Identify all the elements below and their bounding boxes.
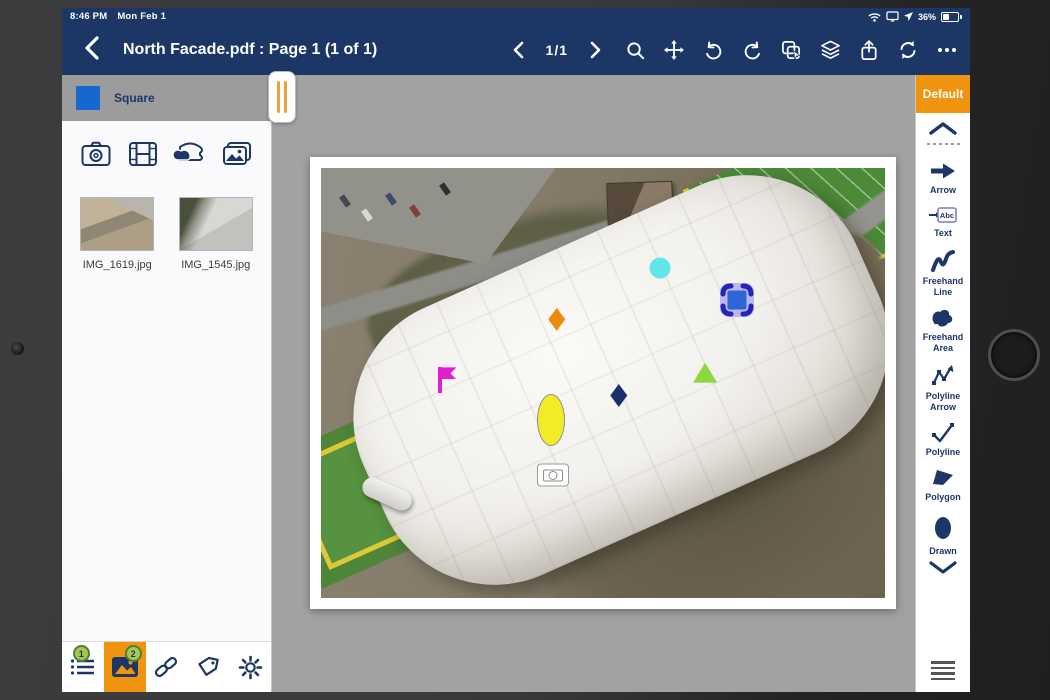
more-options-icon[interactable]	[936, 39, 958, 61]
tool-polygon[interactable]: Polygon	[916, 467, 970, 503]
tool-label: Text	[934, 228, 952, 239]
tool-label: Freehand Area	[916, 332, 970, 355]
thumbnail-filename: IMG_1545.jpg	[181, 259, 250, 271]
annotation-circle[interactable]	[649, 258, 670, 279]
app-screen: 8:46 PM Mon Feb 1 36%	[62, 8, 970, 692]
tool-label: Freehand Line	[916, 276, 970, 299]
photos-tab[interactable]: 2	[104, 642, 146, 692]
tool-arrow[interactable]: Arrow	[916, 160, 970, 196]
links-tab[interactable]	[146, 642, 188, 692]
scroll-down-icon[interactable]	[928, 561, 958, 579]
photo-library-icon[interactable]	[220, 139, 254, 169]
clock: 8:46 PM	[70, 11, 107, 22]
annotation-layer	[321, 168, 885, 598]
screen-mirroring-icon	[886, 11, 899, 22]
thumbnail-image[interactable]	[179, 197, 253, 251]
tool-label: Arrow	[930, 185, 956, 196]
tags-tab[interactable]	[187, 642, 229, 692]
list-tab[interactable]: 1	[62, 642, 104, 692]
tool-polyline[interactable]: Polyline	[916, 422, 970, 458]
previous-page-button[interactable]	[507, 39, 529, 61]
tool-freehand-area[interactable]: Freehand Area	[916, 307, 970, 355]
list-count-badge: 1	[73, 645, 90, 662]
svg-text:Abc: Abc	[940, 211, 954, 220]
annotation-ellipse[interactable]	[537, 394, 565, 446]
location-icon	[904, 12, 913, 21]
annotation-type-label: Square	[114, 91, 155, 105]
nav-bar: North Facade.pdf : Page 1 (1 of 1) 1/1	[62, 25, 970, 75]
pan-move-icon[interactable]	[663, 39, 685, 61]
annotation-diamond[interactable]	[610, 384, 627, 407]
tool-label: Polyline	[926, 447, 961, 458]
layers-icon[interactable]	[819, 39, 841, 61]
camera-icon[interactable]	[79, 139, 113, 169]
tool-label: Drawn	[929, 546, 957, 557]
front-camera	[11, 342, 24, 355]
pdf-page[interactable]	[310, 157, 896, 609]
date: Mon Feb 1	[117, 11, 166, 22]
sync-icon[interactable]	[897, 39, 919, 61]
menu-icon[interactable]	[931, 661, 955, 680]
tool-label: Polyline Arrow	[916, 391, 970, 414]
home-button[interactable]	[988, 329, 1040, 381]
annotation-flag[interactable]	[437, 367, 457, 393]
wifi-icon	[868, 12, 881, 22]
tool-text[interactable]: Abc Text	[916, 205, 970, 239]
tool-sidebar: Default Arrow Abc Text Freehand Line	[915, 75, 970, 692]
annotation-diamond[interactable]	[548, 308, 565, 331]
undo-icon[interactable]	[702, 39, 724, 61]
scroll-up-icon[interactable]	[928, 121, 958, 140]
status-bar: 8:46 PM Mon Feb 1 36%	[62, 8, 970, 25]
share-icon[interactable]	[858, 39, 880, 61]
scroll-dots	[927, 143, 960, 145]
media-source-row	[62, 121, 271, 179]
multi-select-icon[interactable]	[780, 39, 802, 61]
next-page-button[interactable]	[585, 39, 607, 61]
media-sidebar: Square	[62, 75, 272, 692]
document-title: North Facade.pdf : Page 1 (1 of 1)	[123, 41, 377, 59]
sidebar-bottom-toolbar: 1 2	[62, 641, 271, 692]
ipad-bezel: 8:46 PM Mon Feb 1 36%	[0, 0, 1050, 700]
thumbnail-image[interactable]	[80, 197, 154, 251]
tool-label: Polygon	[925, 492, 961, 503]
tool-profile-button[interactable]: Default	[916, 75, 970, 113]
battery-icon	[941, 12, 962, 22]
sidebar-drag-handle[interactable]	[268, 71, 296, 123]
settings-tab[interactable]	[229, 642, 271, 692]
photo-thumbnails: IMG_1619.jpg IMG_1545.jpg	[62, 179, 271, 271]
annotation-triangle[interactable]	[693, 363, 717, 383]
tool-polyline-arrow[interactable]: Polyline Arrow	[916, 364, 970, 414]
thumbnail-item[interactable]: IMG_1545.jpg	[171, 197, 261, 271]
back-button[interactable]	[84, 36, 99, 65]
battery-percent: 36%	[918, 12, 936, 22]
search-icon[interactable]	[624, 39, 646, 61]
annotation-square-selected[interactable]	[717, 280, 757, 320]
aerial-photo	[321, 168, 885, 598]
content-area: Square	[62, 75, 970, 692]
annotation-photo[interactable]	[537, 463, 569, 486]
thumbnail-item[interactable]: IMG_1619.jpg	[72, 197, 162, 271]
annotation-style-header[interactable]: Square	[62, 75, 271, 121]
tool-freehand-line[interactable]: Freehand Line	[916, 249, 970, 299]
thumbnail-filename: IMG_1619.jpg	[83, 259, 152, 271]
photos-count-badge: 2	[125, 645, 142, 662]
redo-icon[interactable]	[741, 39, 763, 61]
tool-drawn[interactable]: Drawn	[916, 513, 970, 557]
page-indicator: 1/1	[546, 42, 568, 58]
cloud-import-icon[interactable]	[173, 139, 207, 169]
square-color-swatch	[76, 86, 100, 110]
pdf-viewer[interactable]	[272, 75, 915, 692]
video-icon[interactable]	[126, 139, 160, 169]
